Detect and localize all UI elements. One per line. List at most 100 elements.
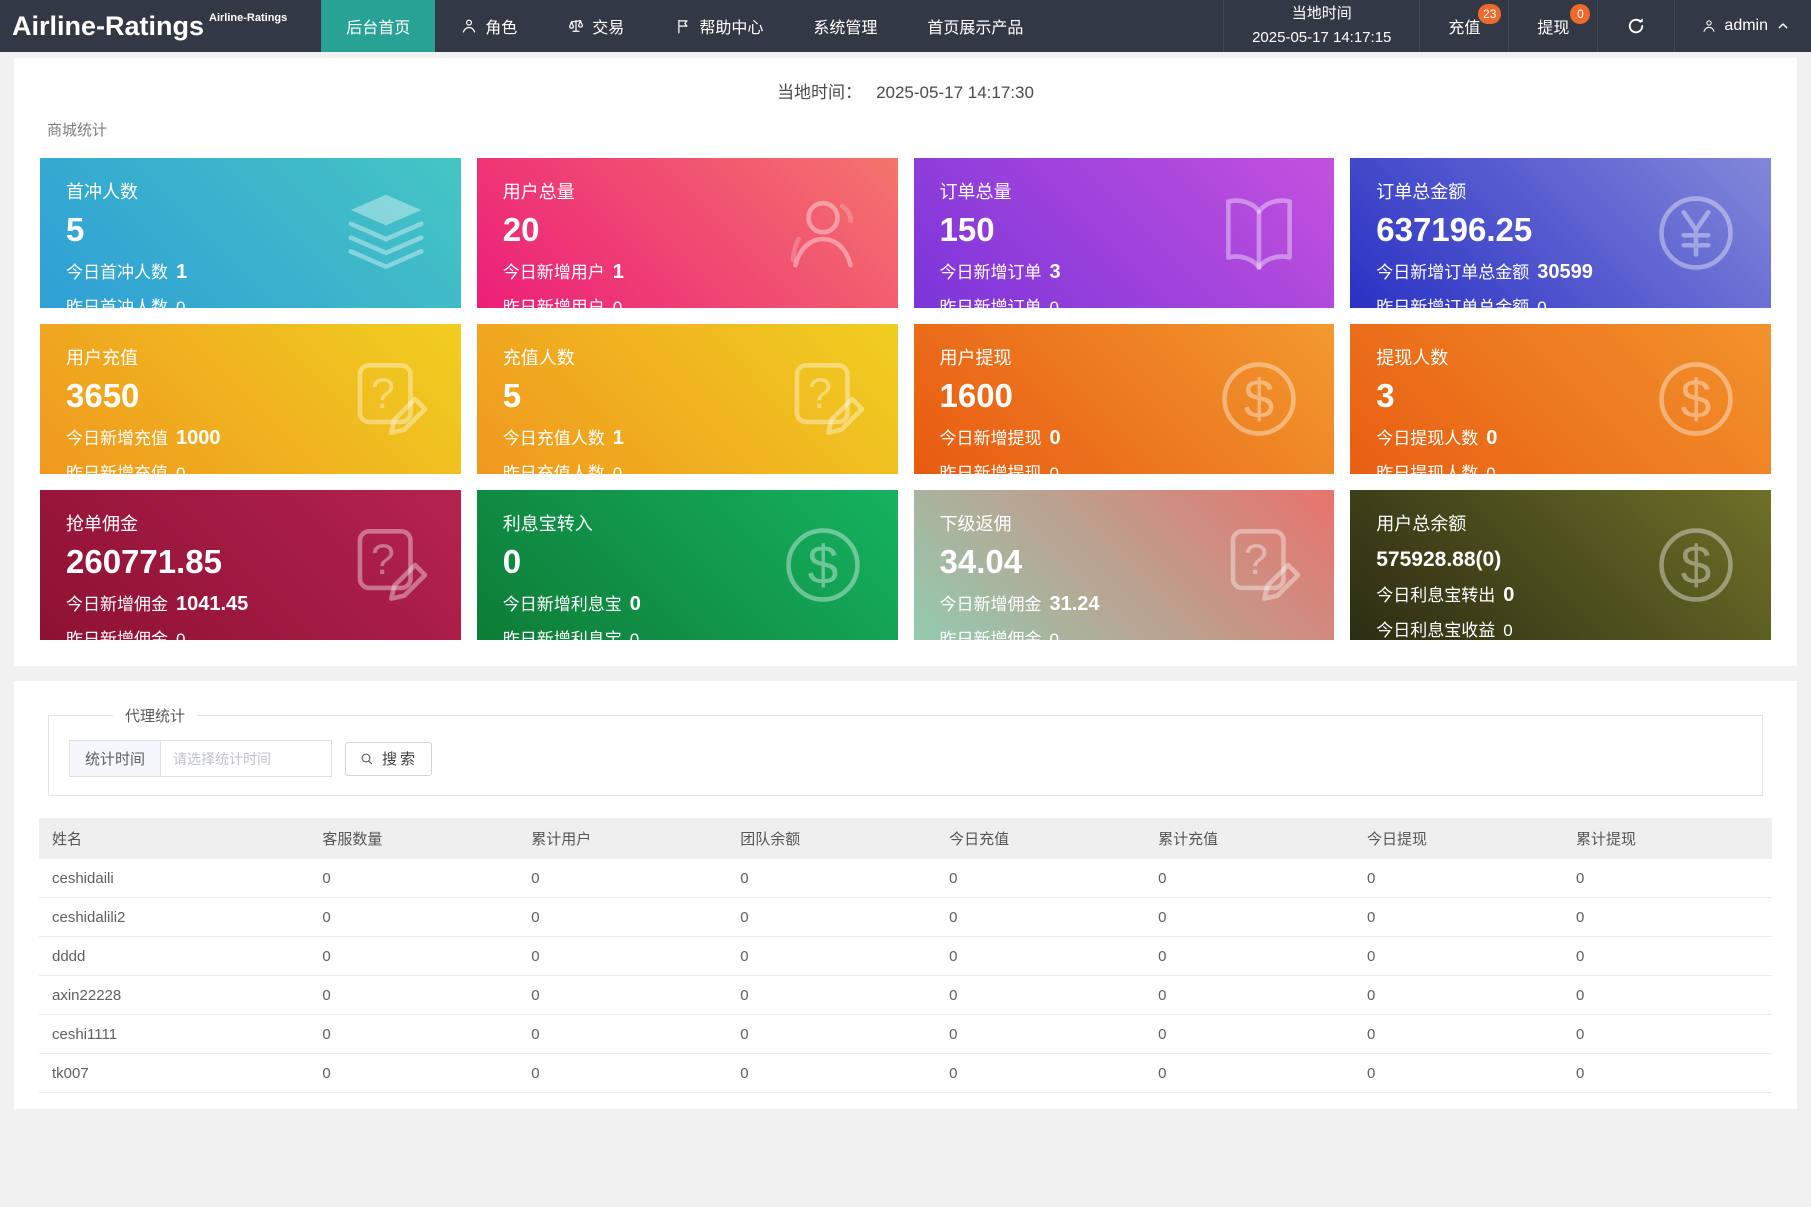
agent-legend: 代理统计	[113, 705, 197, 726]
local-time-value: 2025-05-17 14:17:15	[1252, 26, 1391, 50]
stat-card-2: 订单总量150今日新增订单3昨日新增订单0	[914, 158, 1335, 308]
agent-col-header: 今日提现	[1354, 818, 1563, 859]
agent-name-cell: ceshi1111	[39, 1015, 309, 1054]
agent-col-header: 姓名	[39, 818, 309, 859]
card-yesterday-line: 昨日新增佣金0	[66, 625, 435, 640]
agent-value-cell: 0	[936, 976, 1145, 1015]
agent-col-header: 累计充值	[1145, 818, 1354, 859]
dollar-circle-icon: $	[1647, 350, 1745, 448]
nav-item-0[interactable]: 后台首页	[321, 0, 435, 52]
card-today-label: 今日新增订单	[940, 263, 1042, 282]
svg-text:?: ?	[371, 370, 395, 418]
yen-circle-icon	[1647, 184, 1745, 282]
card-today-label: 今日新增利息宝	[503, 595, 622, 614]
agent-value-cell: 0	[1145, 1015, 1354, 1054]
edit-doc-icon: ?	[337, 350, 435, 448]
user-menu[interactable]: admin	[1674, 0, 1811, 52]
agent-value-cell: 0	[309, 859, 518, 898]
agent-value-cell: 0	[518, 976, 727, 1015]
card-yesterday-value: 0	[1050, 630, 1059, 640]
nav-item-1[interactable]: 角色	[435, 0, 542, 52]
nav-item-2[interactable]: 交易	[542, 0, 649, 52]
refresh-button[interactable]	[1597, 0, 1674, 52]
card-yesterday-value: 0	[176, 630, 185, 640]
agent-value-cell: 0	[1563, 898, 1772, 937]
agent-col-header: 今日充值	[936, 818, 1145, 859]
svg-text:$: $	[1681, 368, 1712, 430]
search-button[interactable]: 搜索	[345, 742, 432, 776]
chevron-up-icon	[1775, 18, 1791, 34]
stat-time-label: 统计时间	[69, 740, 160, 777]
dashboard-time-value: 2025-05-17 14:17:30	[876, 83, 1034, 102]
dashboard-time: 当地时间：2025-05-17 14:17:30	[14, 58, 1797, 103]
stat-card-4: 用户充值3650今日新增充值1000昨日新增充值0?	[40, 324, 461, 474]
card-yesterday-label: 昨日新增提现	[940, 464, 1042, 474]
agent-value-cell: 0	[1354, 937, 1563, 976]
card-yesterday-line: 昨日提现人数0	[1376, 459, 1745, 474]
agent-value-cell: 0	[309, 1054, 518, 1093]
edit-doc-icon: ?	[337, 516, 435, 614]
agent-col-header: 累计提现	[1563, 818, 1772, 859]
agent-value-cell: 0	[518, 1015, 727, 1054]
card-yesterday-line: 昨日新增充值 0	[66, 459, 435, 474]
nav-item-4[interactable]: 系统管理	[788, 0, 902, 52]
agent-value-cell: 0	[1563, 976, 1772, 1015]
card-yesterday-line: 今日利息宝收益0	[1376, 616, 1745, 640]
withdraw-button[interactable]: 提现 0	[1508, 0, 1597, 52]
agent-col-header: 团队余额	[727, 818, 936, 859]
agent-value-cell: 0	[936, 898, 1145, 937]
recharge-badge: 23	[1478, 4, 1501, 24]
card-yesterday-value: 0	[1537, 298, 1546, 308]
agent-value-cell: 0	[727, 1015, 936, 1054]
agent-name-cell: dddd	[39, 937, 309, 976]
table-row-4: ceshi11110000000	[39, 1015, 1772, 1054]
agent-table-header-row: 姓名客服数量累计用户团队余额今日充值累计充值今日提现累计提现	[39, 818, 1772, 859]
agent-value-cell: 0	[936, 1054, 1145, 1093]
navbar-right: 当地时间 2025-05-17 14:17:15 充值 23 提现 0 admi…	[1223, 0, 1811, 52]
card-yesterday-label: 昨日充值人数	[503, 464, 605, 474]
navbar-local-time: 当地时间 2025-05-17 14:17:15	[1223, 0, 1419, 52]
agent-value-cell: 0	[518, 859, 727, 898]
card-today-label: 今日新增用户	[503, 263, 605, 282]
card-today-value: 0	[1503, 584, 1514, 606]
agent-value-cell: 0	[1354, 1015, 1563, 1054]
stat-card-8: 抢单佣金260771.85今日新增佣金1041.45昨日新增佣金0?	[40, 490, 461, 640]
nav-item-5[interactable]: 首页展示产品	[902, 0, 1048, 52]
search-label: 搜索	[382, 748, 418, 769]
agent-value-cell: 0	[727, 1054, 936, 1093]
card-today-label: 今日新增佣金	[940, 595, 1042, 614]
nav-item-label: 角色	[485, 14, 517, 38]
svg-text:$: $	[1681, 534, 1712, 596]
card-yesterday-label: 昨日新增充值	[66, 464, 168, 474]
user-icon	[1701, 18, 1717, 34]
card-today-value: 1	[613, 261, 624, 283]
agent-value-cell: 0	[1145, 859, 1354, 898]
search-icon	[359, 751, 375, 767]
dollar-circle-icon: $	[1210, 350, 1308, 448]
agent-table: 姓名客服数量累计用户团队余额今日充值累计充值今日提现累计提现 ceshidail…	[39, 818, 1772, 1093]
agent-fieldset: 代理统计 统计时间 搜索	[48, 705, 1763, 796]
card-yesterday-line: 昨日新增利息宝0	[503, 625, 872, 640]
withdraw-label: 提现	[1537, 14, 1569, 38]
recharge-button[interactable]: 充值 23	[1419, 0, 1508, 52]
card-yesterday-line: 昨日首冲人数0	[66, 293, 435, 308]
agent-value-cell: 0	[309, 976, 518, 1015]
brand-logo: Airline-Ratings Airline-Ratings	[0, 0, 299, 52]
brand-text: Airline-Ratings	[12, 11, 204, 42]
card-yesterday-value: 0	[176, 464, 185, 474]
agent-col-header: 客服数量	[309, 818, 518, 859]
user-icon	[460, 17, 478, 35]
table-row-5: tk0070000000	[39, 1054, 1772, 1093]
card-today-value: 0	[1050, 427, 1061, 449]
agent-value-cell: 0	[518, 898, 727, 937]
card-yesterday-label: 昨日新增佣金	[940, 630, 1042, 640]
nav-item-3[interactable]: 帮助中心	[649, 0, 788, 52]
navbar: Airline-Ratings Airline-Ratings 后台首页 角色 交易…	[0, 0, 1811, 52]
table-row-1: ceshidalili20000000	[39, 898, 1772, 937]
agent-value-cell: 0	[936, 859, 1145, 898]
stat-time-input[interactable]	[160, 740, 332, 777]
card-yesterday-line: 昨日新增提现0	[940, 459, 1309, 474]
agent-value-cell: 0	[1563, 937, 1772, 976]
stat-card-0: 首冲人数5今日首冲人数1昨日首冲人数0	[40, 158, 461, 308]
agent-name-cell: ceshidaili	[39, 859, 309, 898]
